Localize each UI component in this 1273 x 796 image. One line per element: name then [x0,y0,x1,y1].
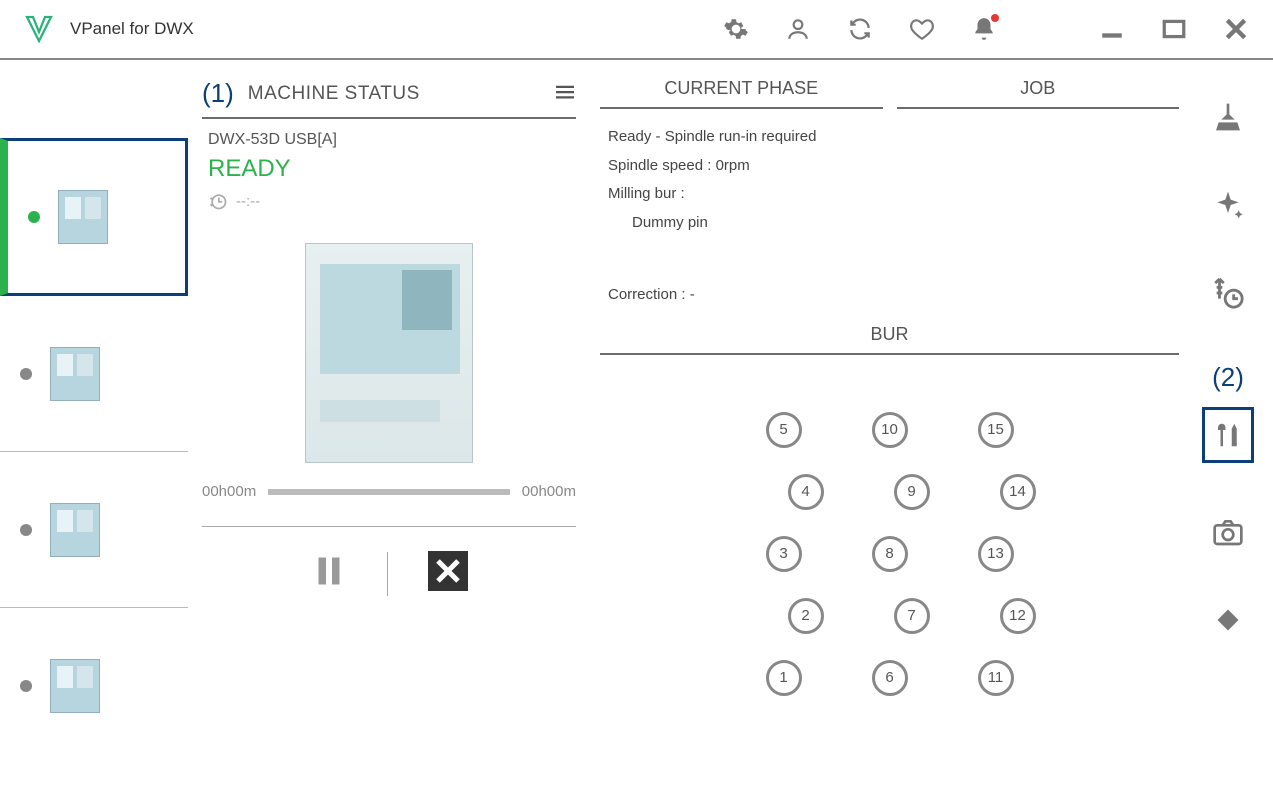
phase-line-speed: Spindle speed : 0rpm [608,152,875,181]
machine-status-text: READY [208,155,576,183]
machine-thumb-icon [50,347,100,401]
current-phase-header: CURRENT PHASE [600,78,883,109]
progress-row: 00h00m 00h00m [202,483,576,500]
machine-thumb-icon [50,503,100,557]
machine-status-title: MACHINE STATUS [248,83,554,105]
divider [387,552,388,596]
progress-start: 00h00m [202,483,256,500]
bur-col-2: 6 7 8 9 10 [872,399,908,709]
sparkle-icon[interactable] [1209,186,1247,224]
callout-2: (2) [1212,362,1244,393]
machine-elapsed: --:-- [208,191,576,211]
machine-status-header: (1) MACHINE STATUS [202,78,576,119]
progress-end: 00h00m [522,483,576,500]
app-logo [24,14,54,44]
bur-node[interactable]: 11 [978,660,1014,696]
info-row-top: CURRENT PHASE Ready - Spindle run-in req… [600,78,1179,310]
current-phase-card: CURRENT PHASE Ready - Spindle run-in req… [600,78,883,310]
right-side: CURRENT PHASE Ready - Spindle run-in req… [588,60,1273,796]
machine-list [0,60,188,796]
bur-node[interactable]: 2 [788,598,824,634]
bur-node[interactable]: 10 [872,412,908,448]
machine-status-panel: (1) MACHINE STATUS DWX-53D USB[A] READY … [188,60,588,796]
heart-icon[interactable] [909,16,935,42]
bur-node[interactable]: 12 [1000,598,1036,634]
titlebar-icons [723,16,1249,42]
bur-card: BUR 1 2 3 4 5 6 7 8 9 10 [600,324,1179,796]
bur-node[interactable]: 15 [978,412,1014,448]
bur-node[interactable]: 13 [978,536,1014,572]
bell-icon[interactable] [971,16,997,42]
camera-icon[interactable] [1209,513,1247,551]
status-dot [20,524,32,536]
bur-node[interactable]: 1 [766,660,802,696]
menu-icon[interactable] [554,85,576,103]
job-header: JOB [897,78,1180,109]
bur-node[interactable]: 7 [894,598,930,634]
machine-thumb-icon [50,659,100,713]
maximize-button[interactable] [1161,16,1187,42]
user-icon[interactable] [785,16,811,42]
phase-line-correction: Correction : - [608,281,875,310]
refresh-icon[interactable] [847,16,873,42]
status-dot [28,211,40,223]
bur-node[interactable]: 3 [766,536,802,572]
gear-icon[interactable] [723,16,749,42]
titlebar: VPanel for DWX [0,0,1273,60]
callout-1: (1) [202,78,234,109]
machine-image [305,243,473,463]
current-phase-body: Ready - Spindle run-in required Spindle … [600,123,883,310]
machine-slot-1[interactable] [0,138,188,296]
progress-bar[interactable] [268,489,510,495]
notification-dot [991,14,999,22]
machine-info: DWX-53D USB[A] READY --:-- [202,131,576,211]
phase-line-bur: Milling bur : [608,180,875,209]
machine-slot-4[interactable] [0,608,188,764]
tools-icon[interactable] [1202,407,1254,463]
diamond-icon[interactable] [1209,601,1247,639]
app-title: VPanel for DWX [70,19,723,39]
right-toolbar: (2) [1193,78,1263,796]
schedule-icon[interactable] [1209,274,1247,312]
phase-line-bur-value: Dummy pin [608,209,875,238]
bur-header: BUR [600,324,1179,355]
bur-node[interactable]: 9 [894,474,930,510]
elapsed-value: --:-- [236,193,260,210]
job-card: JOB [897,78,1180,310]
machine-name: DWX-53D USB[A] [208,131,576,149]
minimize-button[interactable] [1099,16,1125,42]
bur-grid: 1 2 3 4 5 6 7 8 9 10 11 [600,369,1179,709]
milling-icon[interactable] [1209,98,1247,136]
bur-col-1: 1 2 3 4 5 [766,399,802,709]
close-button[interactable] [1223,16,1249,42]
machine-slot-3[interactable] [0,452,188,608]
status-dot [20,680,32,692]
stop-button[interactable] [428,551,468,596]
controls-row [202,526,576,620]
bur-node[interactable]: 6 [872,660,908,696]
info-column: CURRENT PHASE Ready - Spindle run-in req… [600,78,1179,796]
bur-node[interactable]: 5 [766,412,802,448]
main-area: (1) MACHINE STATUS DWX-53D USB[A] READY … [0,60,1273,796]
pause-button[interactable] [311,553,347,594]
machine-illustration [202,243,576,463]
bur-node[interactable]: 14 [1000,474,1036,510]
machine-thumb-icon [58,190,108,244]
machine-slot-2[interactable] [0,296,188,452]
phase-line-ready: Ready - Spindle run-in required [608,123,875,152]
bur-node[interactable]: 8 [872,536,908,572]
status-dot [20,368,32,380]
bur-node[interactable]: 4 [788,474,824,510]
bur-col-3: 11 12 13 14 15 [978,399,1014,709]
